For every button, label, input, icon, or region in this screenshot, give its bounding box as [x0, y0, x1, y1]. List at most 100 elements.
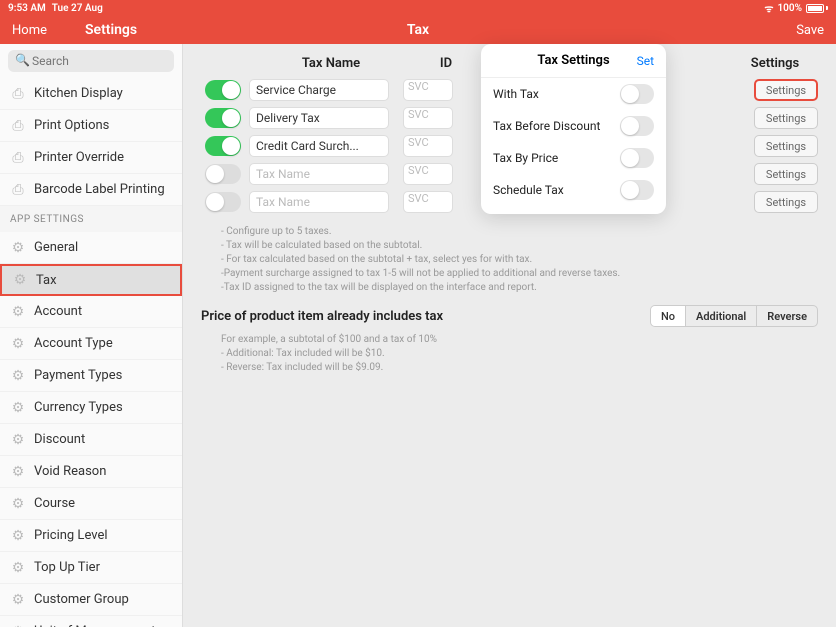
- tax-name-input[interactable]: [249, 191, 389, 213]
- home-button[interactable]: Home: [12, 23, 47, 38]
- col-tax-name: Tax Name: [251, 56, 411, 71]
- sidebar-item-currency-types[interactable]: ⚙Currency Types: [0, 392, 182, 424]
- popup-row-label: With Tax: [493, 87, 539, 101]
- item-icon: ⚙: [10, 528, 26, 544]
- sidebar-item-label: Void Reason: [34, 464, 106, 479]
- includes-example: For example, a subtotal of $100 and a ta…: [201, 333, 818, 375]
- sidebar: 🔍 ⎙Kitchen Display ⎙ Print Options ⎙Printer…: [0, 44, 183, 627]
- item-icon: ⚙: [10, 432, 26, 448]
- item-icon: ⚙: [10, 240, 26, 256]
- tax-name-input[interactable]: [249, 163, 389, 185]
- sidebar-item-unit-of-measurement[interactable]: ⚙Unit of Measurement: [0, 616, 182, 627]
- seg-option[interactable]: Additional: [686, 306, 757, 326]
- sidebar-item-label: Customer Group: [34, 592, 129, 607]
- tax-name-input[interactable]: [249, 107, 389, 129]
- search-icon: 🔍: [15, 53, 30, 67]
- tax-settings-button[interactable]: Settings: [754, 107, 818, 129]
- col-tax-id: ID: [411, 56, 481, 71]
- tax-id-input[interactable]: SVC: [403, 79, 453, 101]
- sidebar-item-label: Printer Override: [34, 150, 124, 165]
- col-settings: Settings: [736, 56, 814, 71]
- item-icon: ⚙: [10, 336, 26, 352]
- popup-title: Tax Settings: [537, 53, 609, 68]
- sidebar-item-label: Account: [34, 304, 82, 319]
- sidebar-item[interactable]: ⎙Barcode Label Printing: [0, 174, 182, 206]
- sidebar-item[interactable]: ⎙ Print Options: [0, 110, 182, 142]
- popup-row-label: Tax Before Discount: [493, 119, 600, 133]
- popup-toggle[interactable]: [620, 180, 654, 200]
- sidebar-item-payment-types[interactable]: ⚙ Payment Types: [0, 360, 182, 392]
- item-icon: ⚙: [10, 624, 26, 627]
- seg-option[interactable]: Reverse: [757, 306, 817, 326]
- tax-name-input[interactable]: [249, 79, 389, 101]
- item-icon: ⎙: [10, 118, 26, 134]
- popup-row: Schedule Tax: [481, 174, 666, 206]
- sidebar-item-customer-group[interactable]: ⚙ Customer Group: [0, 584, 182, 616]
- popup-row: Tax Before Discount: [481, 110, 666, 142]
- tax-settings-popup: Tax Settings Set With Tax Tax Before Disc…: [481, 44, 666, 214]
- popup-row-label: Tax By Price: [493, 151, 558, 165]
- sidebar-item-label: Course: [34, 496, 75, 511]
- item-icon: ⚙: [10, 592, 26, 608]
- sidebar-item-general[interactable]: ⚙ General: [0, 232, 182, 264]
- item-icon: ⚙: [10, 464, 26, 480]
- tax-id-input[interactable]: SVC: [403, 107, 453, 129]
- page-title: Tax: [407, 22, 429, 38]
- status-bar: 9:53 AM Tue 27 Aug ᯤ 100%: [0, 0, 836, 16]
- popup-toggle[interactable]: [620, 84, 654, 104]
- tax-toggle[interactable]: [205, 136, 241, 156]
- popup-row: With Tax: [481, 78, 666, 110]
- wifi-icon: ᯤ: [764, 1, 773, 15]
- item-icon: ⚙: [10, 560, 26, 576]
- popup-set-button[interactable]: Set: [637, 54, 654, 68]
- sidebar-item-discount[interactable]: ⚙ Discount: [0, 424, 182, 456]
- sidebar-item-void-reason[interactable]: ⚙ Void Reason: [0, 456, 182, 488]
- tax-toggle[interactable]: [205, 80, 241, 100]
- sidebar-item-label: Discount: [34, 432, 85, 447]
- tax-id-input[interactable]: SVC: [403, 163, 453, 185]
- tax-toggle[interactable]: [205, 108, 241, 128]
- tax-name-input[interactable]: [249, 135, 389, 157]
- header: Home Settings Tax Save: [0, 16, 836, 44]
- sidebar-item-top-up-tier[interactable]: ⚙ Top Up Tier: [0, 552, 182, 584]
- status-date: Tue 27 Aug: [52, 3, 103, 14]
- tax-settings-button[interactable]: Settings: [754, 163, 818, 185]
- popup-toggle[interactable]: [620, 148, 654, 168]
- tax-toggle[interactable]: [205, 164, 241, 184]
- item-icon: ⚙: [12, 272, 28, 288]
- save-button[interactable]: Save: [796, 23, 824, 38]
- tax-id-input[interactable]: SVC: [403, 135, 453, 157]
- tax-settings-button[interactable]: Settings: [754, 135, 818, 157]
- includes-title: Price of product item already includes t…: [201, 309, 443, 324]
- sidebar-item-label: Top Up Tier: [34, 560, 100, 575]
- includes-segmented[interactable]: NoAdditionalReverse: [650, 305, 818, 327]
- sidebar-item-pricing-level[interactable]: ⚙Pricing Level: [0, 520, 182, 552]
- header-title: Settings: [85, 22, 137, 38]
- sidebar-item-label: Tax: [36, 273, 57, 288]
- search-input[interactable]: [8, 50, 174, 72]
- sidebar-item[interactable]: ⎙Kitchen Display: [0, 78, 182, 110]
- battery-icon: [806, 4, 828, 13]
- help-text: - Configure up to 5 taxes.- Tax will be …: [201, 225, 818, 295]
- section-header: APP SETTINGS: [0, 206, 182, 232]
- sidebar-item-course[interactable]: ⚙ Course: [0, 488, 182, 520]
- sidebar-item-label: General: [34, 240, 78, 255]
- sidebar-item-label: Print Options: [34, 118, 109, 133]
- item-icon: ⚙: [10, 400, 26, 416]
- item-icon: ⚙: [10, 368, 26, 384]
- battery-pct: 100%: [777, 3, 802, 14]
- item-icon: ⚙: [10, 496, 26, 512]
- sidebar-item-label: Kitchen Display: [34, 86, 123, 101]
- sidebar-item-account-type[interactable]: ⚙Account Type: [0, 328, 182, 360]
- tax-toggle[interactable]: [205, 192, 241, 212]
- sidebar-item-account[interactable]: ⚙Account: [0, 296, 182, 328]
- popup-toggle[interactable]: [620, 116, 654, 136]
- sidebar-item-tax[interactable]: ⚙ Tax: [0, 264, 182, 296]
- tax-settings-button[interactable]: Settings: [754, 191, 818, 213]
- sidebar-item-label: Barcode Label Printing: [34, 182, 165, 197]
- sidebar-item-label: Payment Types: [34, 368, 122, 383]
- sidebar-item[interactable]: ⎙Printer Override: [0, 142, 182, 174]
- tax-id-input[interactable]: SVC: [403, 191, 453, 213]
- seg-option[interactable]: No: [651, 306, 686, 326]
- tax-settings-button[interactable]: Settings: [754, 79, 818, 101]
